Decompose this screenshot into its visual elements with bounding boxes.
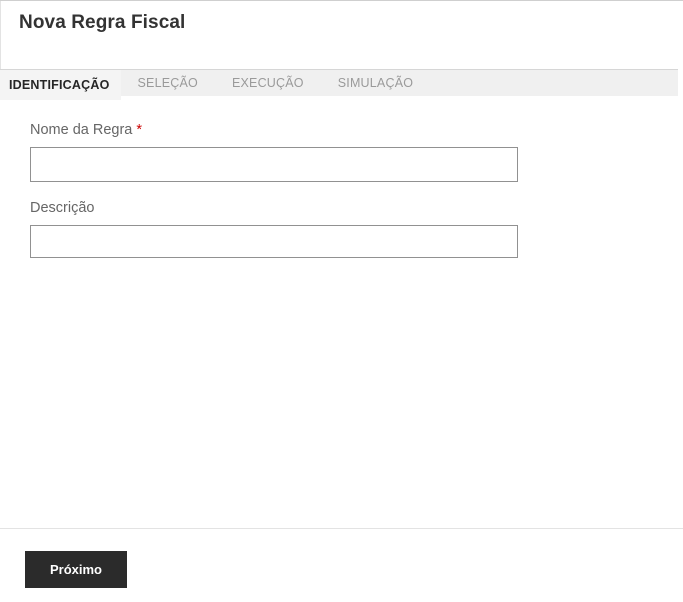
proximo-button[interactable]: Próximo bbox=[25, 551, 127, 588]
tab-execucao[interactable]: EXECUÇÃO bbox=[215, 70, 321, 96]
footer-divider bbox=[0, 528, 683, 529]
tab-selecao[interactable]: SELEÇÃO bbox=[121, 70, 215, 96]
descricao-input[interactable] bbox=[30, 225, 518, 258]
tab-bar: IDENTIFICAÇÃO SELEÇÃO EXECUÇÃO SIMULAÇÃO bbox=[0, 69, 678, 100]
nome-da-regra-label: Nome da Regra * bbox=[30, 122, 142, 138]
page-title: Nova Regra Fiscal bbox=[19, 12, 186, 33]
required-asterisk: * bbox=[136, 122, 143, 138]
tab-simulacao[interactable]: SIMULAÇÃO bbox=[321, 70, 430, 96]
nova-regra-fiscal-page: Nova Regra Fiscal IDENTIFICAÇÃO SELEÇÃO … bbox=[0, 0, 683, 602]
tab-identificacao[interactable]: IDENTIFICAÇÃO bbox=[0, 70, 121, 100]
page-header: Nova Regra Fiscal bbox=[0, 1, 683, 69]
descricao-label: Descrição bbox=[30, 200, 95, 216]
nome-da-regra-label-text: Nome da Regra bbox=[30, 122, 133, 138]
nome-da-regra-input[interactable] bbox=[30, 147, 518, 182]
